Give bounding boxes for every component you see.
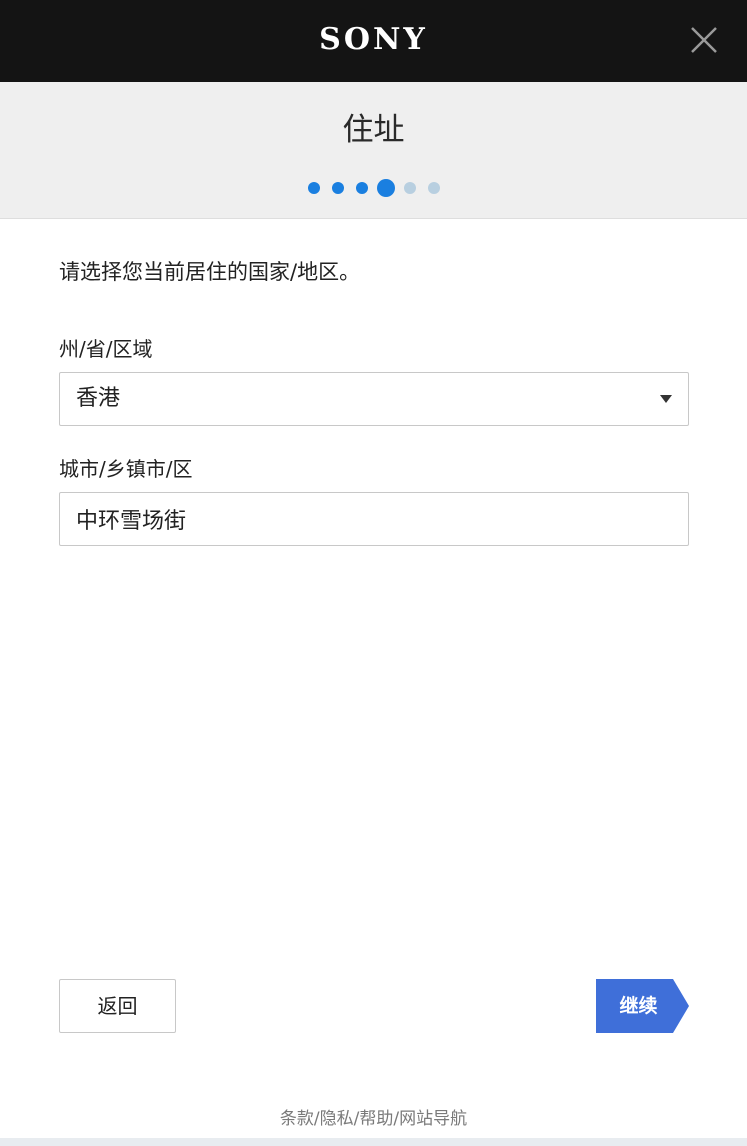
step-dot-current [377, 179, 395, 197]
city-input[interactable] [60, 493, 688, 545]
city-field-label: 城市/乡镇市/区 [59, 457, 193, 481]
city-input-wrapper [59, 492, 689, 546]
chevron-down-icon [660, 395, 672, 403]
close-icon[interactable] [684, 20, 724, 60]
state-field-label: 州/省/区域 [59, 337, 153, 361]
sitemap-link[interactable]: 网站导航 [399, 1109, 467, 1129]
continue-button-label: 继续 [619, 995, 658, 1017]
step-dot-pending [404, 182, 416, 194]
state-select[interactable]: 香港 [59, 372, 689, 426]
bottom-divider [0, 1138, 747, 1146]
continue-button[interactable]: 继续 [596, 979, 689, 1033]
step-progress-indicator [0, 178, 747, 198]
state-select-value: 香港 [76, 386, 121, 411]
terms-link[interactable]: 条款 [280, 1109, 314, 1129]
sony-logo: SONY [319, 22, 428, 57]
footer-links: 条款/隐私/帮助/网站导航 [0, 1104, 747, 1129]
back-button[interactable]: 返回 [59, 979, 176, 1033]
top-bar: SONY [0, 0, 747, 82]
country-prompt: 请选择您当前居住的国家/地区。 [59, 260, 361, 284]
step-dot-completed [308, 182, 320, 194]
step-dot-completed [332, 182, 344, 194]
close-button[interactable] [684, 20, 724, 60]
step-dot-completed [356, 182, 368, 194]
privacy-link[interactable]: 隐私 [320, 1109, 354, 1129]
page-header: 住址 [0, 82, 747, 219]
step-dot-pending [428, 182, 440, 194]
page-title: 住址 [342, 112, 405, 148]
help-link[interactable]: 帮助 [359, 1109, 393, 1129]
